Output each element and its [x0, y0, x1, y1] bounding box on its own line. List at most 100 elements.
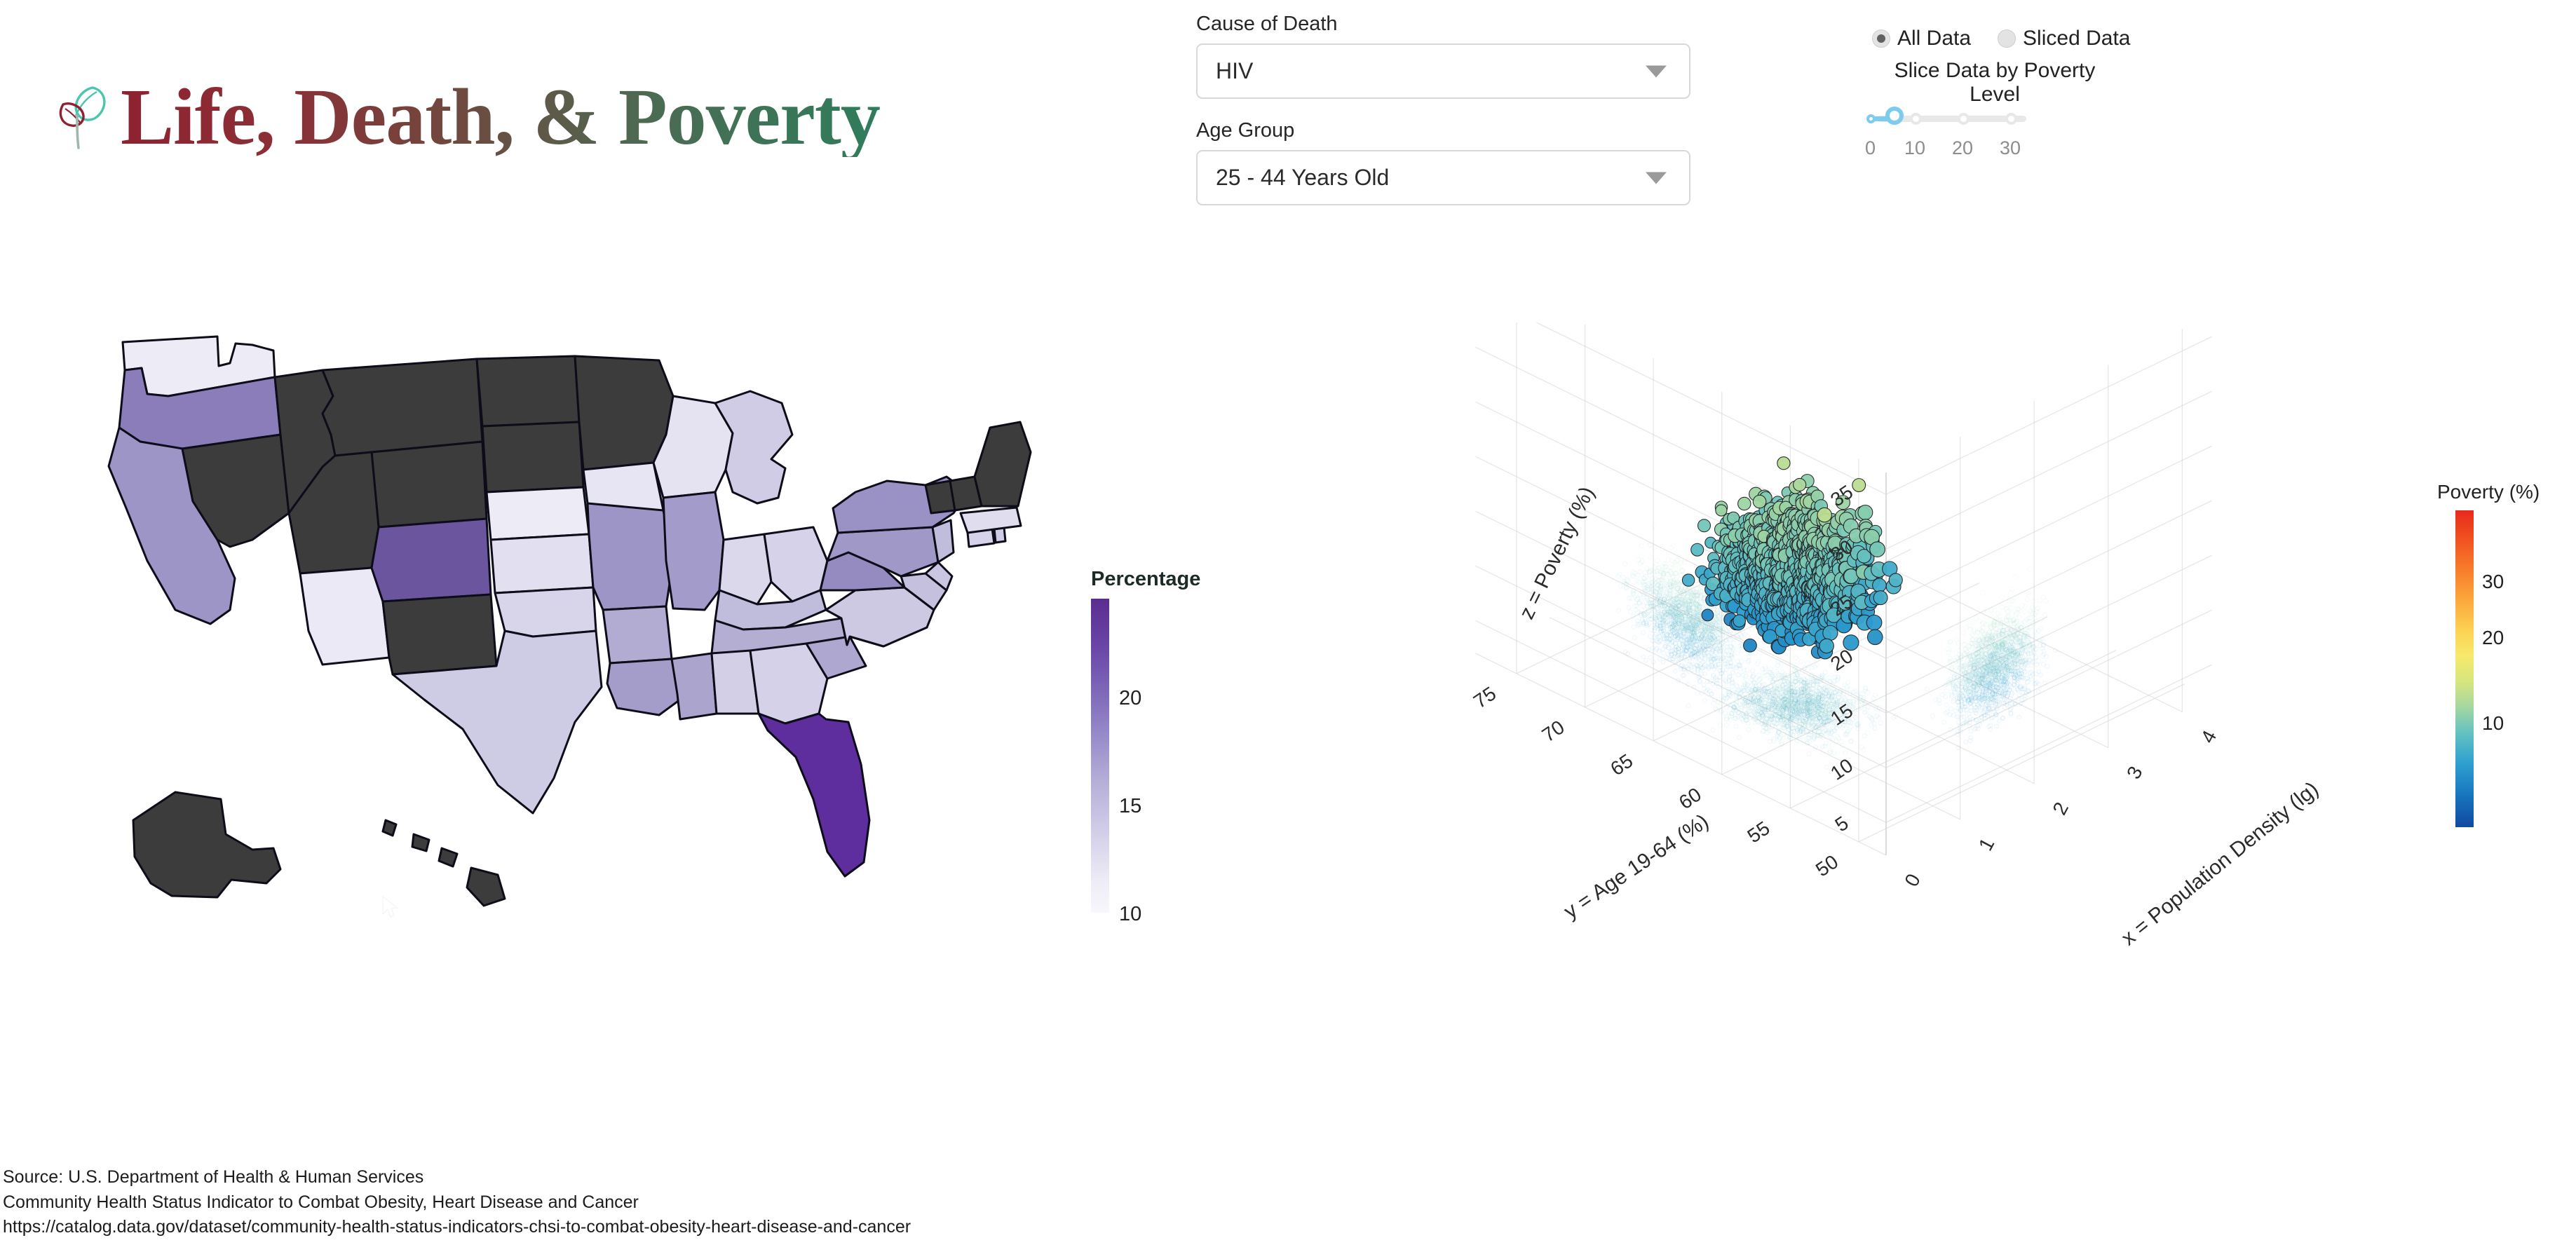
- map-state-MA[interactable]: [959, 506, 1022, 534]
- grid-line: [1858, 683, 2185, 843]
- shadow-point: [1651, 523, 1658, 529]
- shadow-point: [1710, 727, 1716, 733]
- shadow-point: [1673, 669, 1678, 674]
- shadow-point: [1988, 607, 1994, 613]
- shadow-point: [2012, 574, 2019, 580]
- us-choropleth-map[interactable]: [42, 329, 1094, 995]
- shadow-point: [1753, 651, 1758, 656]
- poverty-slice-slider[interactable]: 0 10 20 30: [1862, 104, 2045, 167]
- shadow-point: [1746, 658, 1751, 663]
- shadow-point: [2000, 716, 2005, 721]
- shadow-point: [1963, 740, 1969, 744]
- shadow-point: [1639, 543, 1644, 549]
- grid-line: [1885, 500, 2212, 659]
- grid-line: [1885, 664, 2212, 823]
- map-state-SD[interactable]: [481, 421, 585, 494]
- map-state-LA[interactable]: [606, 658, 682, 716]
- map-state-NM[interactable]: [381, 593, 498, 676]
- shadow-point: [1735, 651, 1740, 656]
- slider-tick-dot-20[interactable]: [1958, 113, 1970, 125]
- radio-all-data-label: All Data: [1897, 27, 1972, 50]
- shadow-point: [2029, 604, 2035, 611]
- map-legend-tick-15: 15: [1119, 795, 1142, 817]
- shadow-point: [1639, 607, 1644, 613]
- shadow-point: [2024, 597, 2031, 602]
- map-state-MS[interactable]: [670, 652, 718, 721]
- shadow-point: [1823, 740, 1829, 746]
- cause-of-death-value: HIV: [1216, 58, 1254, 83]
- map-state-AR[interactable]: [602, 605, 673, 665]
- shadow-point: [1782, 734, 1788, 740]
- shadow-point: [2009, 605, 2014, 611]
- shadow-point: [1695, 690, 1700, 696]
- map-state-KS[interactable]: [489, 533, 595, 594]
- cause-of-death-select[interactable]: HIV: [1196, 43, 1690, 99]
- shadow-point: [1951, 647, 1956, 653]
- map-state-IL[interactable]: [662, 491, 725, 611]
- shadow-point: [1869, 721, 1874, 728]
- slider-tick-label-0: 0: [1865, 137, 1876, 158]
- shadow-point: [1650, 645, 1655, 651]
- shadow-point: [2037, 598, 2042, 604]
- map-legend: Percentage 20 15 10: [1091, 568, 1238, 939]
- shadow-point: [1641, 654, 1646, 660]
- data-mode-radio-group: All Data Sliced Data: [1872, 27, 2167, 50]
- shadow-point: [1822, 669, 1828, 675]
- us-states-svg[interactable]: [42, 329, 1094, 995]
- scatter-3d-svg[interactable]: 510152025303550556065707501234z = Povert…: [1437, 322, 2384, 1066]
- slider-tick-label-20: 20: [1952, 137, 1974, 158]
- cause-of-death-label: Cause of Death: [1196, 13, 1338, 35]
- shadow-point: [1988, 612, 1993, 618]
- app-logo: Life, Death, & Poverty: [56, 77, 881, 157]
- map-state-MO[interactable]: [586, 502, 674, 611]
- map-state-AK[interactable]: [132, 791, 282, 899]
- cause-of-death-group: Cause of Death HIV: [1196, 13, 1690, 99]
- shadow-point: [1971, 619, 1977, 625]
- shadow-point: [1980, 590, 1986, 596]
- slice-slider-title: Slice Data by Poverty Level: [1894, 59, 2096, 106]
- shadow-point: [2009, 611, 2015, 616]
- shadow-point: [2036, 658, 2042, 664]
- dashboard-root: Life, Death, & Poverty Cause of Death HI…: [0, 0, 2576, 1245]
- shadow-point: [1925, 686, 1930, 692]
- map-state-ND[interactable]: [475, 355, 581, 428]
- radio-sliced-data[interactable]: [1998, 29, 2016, 48]
- chevron-down-icon[interactable]: [1646, 172, 1667, 184]
- shadow-point: [1960, 630, 1967, 636]
- map-state-NE[interactable]: [485, 486, 590, 541]
- map-state-WY[interactable]: [370, 440, 488, 529]
- shadow-point: [1641, 630, 1646, 635]
- age-group-group: Age Group 25 - 44 Years Old: [1196, 119, 1690, 205]
- slider-origin-dot[interactable]: [1866, 114, 1876, 123]
- shadow-point: [1746, 654, 1751, 660]
- age-group-select[interactable]: 25 - 44 Years Old: [1196, 150, 1690, 205]
- poverty-3d-scatter[interactable]: 5 10 15 20 25 30 35 50 55 60 65 70 75 0 1 2 3 4 z = Povert…: [1437, 322, 2384, 1066]
- slider-tick-dot-30[interactable]: [2005, 113, 2017, 125]
- slider-tick-labels: 0 10 20 30: [1862, 137, 2045, 161]
- shadow-point: [1944, 688, 1949, 694]
- shadow-point: [2035, 689, 2041, 694]
- map-legend-tick-20: 20: [1119, 687, 1142, 709]
- shadow-point: [1648, 655, 1653, 660]
- shadow-point: [1639, 553, 1645, 559]
- radio-sliced-data-label: Sliced Data: [2023, 27, 2131, 50]
- chevron-down-icon[interactable]: [1646, 65, 1667, 77]
- map-state-HI[interactable]: [381, 819, 506, 907]
- shadow-point: [1688, 555, 1693, 561]
- age-group-label: Age Group: [1196, 119, 1295, 142]
- shadow-point: [2022, 609, 2028, 615]
- map-state-ME[interactable]: [973, 421, 1032, 508]
- map-state-FL[interactable]: [757, 712, 871, 878]
- radio-all-data[interactable]: [1872, 29, 1890, 48]
- shadow-point: [1804, 660, 1810, 666]
- shadow-point: [1711, 701, 1716, 707]
- map-state-MT[interactable]: [321, 358, 484, 457]
- shadow-point: [1686, 703, 1691, 709]
- map-state-OK[interactable]: [494, 586, 597, 638]
- slider-tick-dot-10[interactable]: [1910, 113, 1922, 125]
- map-state-CO[interactable]: [370, 517, 492, 603]
- shadow-point: [1724, 722, 1730, 728]
- shadow-point: [1973, 615, 1979, 620]
- slider-handle[interactable]: [1885, 107, 1904, 125]
- shadow-point: [1648, 634, 1653, 639]
